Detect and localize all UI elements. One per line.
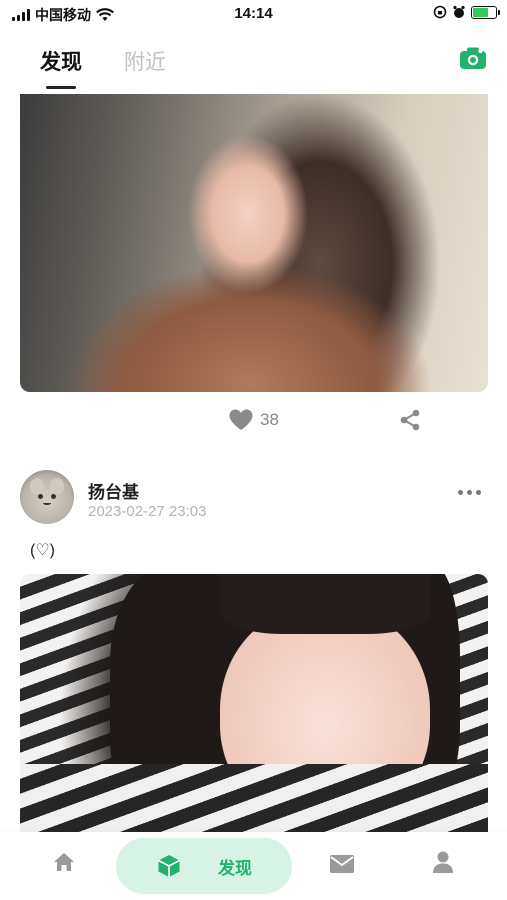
discover-cube-icon xyxy=(158,855,180,877)
alarm-icon xyxy=(453,5,465,18)
battery-icon xyxy=(471,5,500,19)
username[interactable]: 扬台基 xyxy=(88,478,139,503)
status-right xyxy=(433,5,500,19)
post-text: (♡) xyxy=(30,542,55,559)
heart-icon xyxy=(229,409,253,430)
more-options-icon[interactable] xyxy=(458,490,481,495)
profile-icon[interactable] xyxy=(432,850,454,874)
bottom-nav: 发现 xyxy=(0,832,507,900)
status-bar: 中国移动 14:14 xyxy=(0,0,507,28)
lock-rotation-icon xyxy=(433,5,447,19)
home-icon[interactable] xyxy=(52,850,76,874)
status-time: 14:14 xyxy=(234,5,273,22)
post-photo[interactable] xyxy=(20,94,488,392)
tab-discover[interactable]: 发现 xyxy=(40,46,82,76)
active-tab-indicator xyxy=(46,86,76,89)
like-button[interactable]: 38 xyxy=(228,408,279,432)
camera-icon[interactable] xyxy=(459,46,487,70)
like-count: 38 xyxy=(260,410,279,429)
post-actions: 38 xyxy=(0,404,507,438)
post-photo[interactable] xyxy=(20,574,488,834)
tab-nearby[interactable]: 附近 xyxy=(124,46,166,76)
share-icon[interactable] xyxy=(398,408,422,432)
top-header: 发现 附近 xyxy=(0,40,507,92)
nav-discover-label: 发现 xyxy=(218,858,252,878)
post-timestamp: 2023-02-27 23:03 xyxy=(88,503,207,520)
avatar[interactable] xyxy=(20,470,74,524)
nav-discover[interactable]: 发现 xyxy=(116,838,292,894)
mail-icon[interactable] xyxy=(329,854,355,874)
